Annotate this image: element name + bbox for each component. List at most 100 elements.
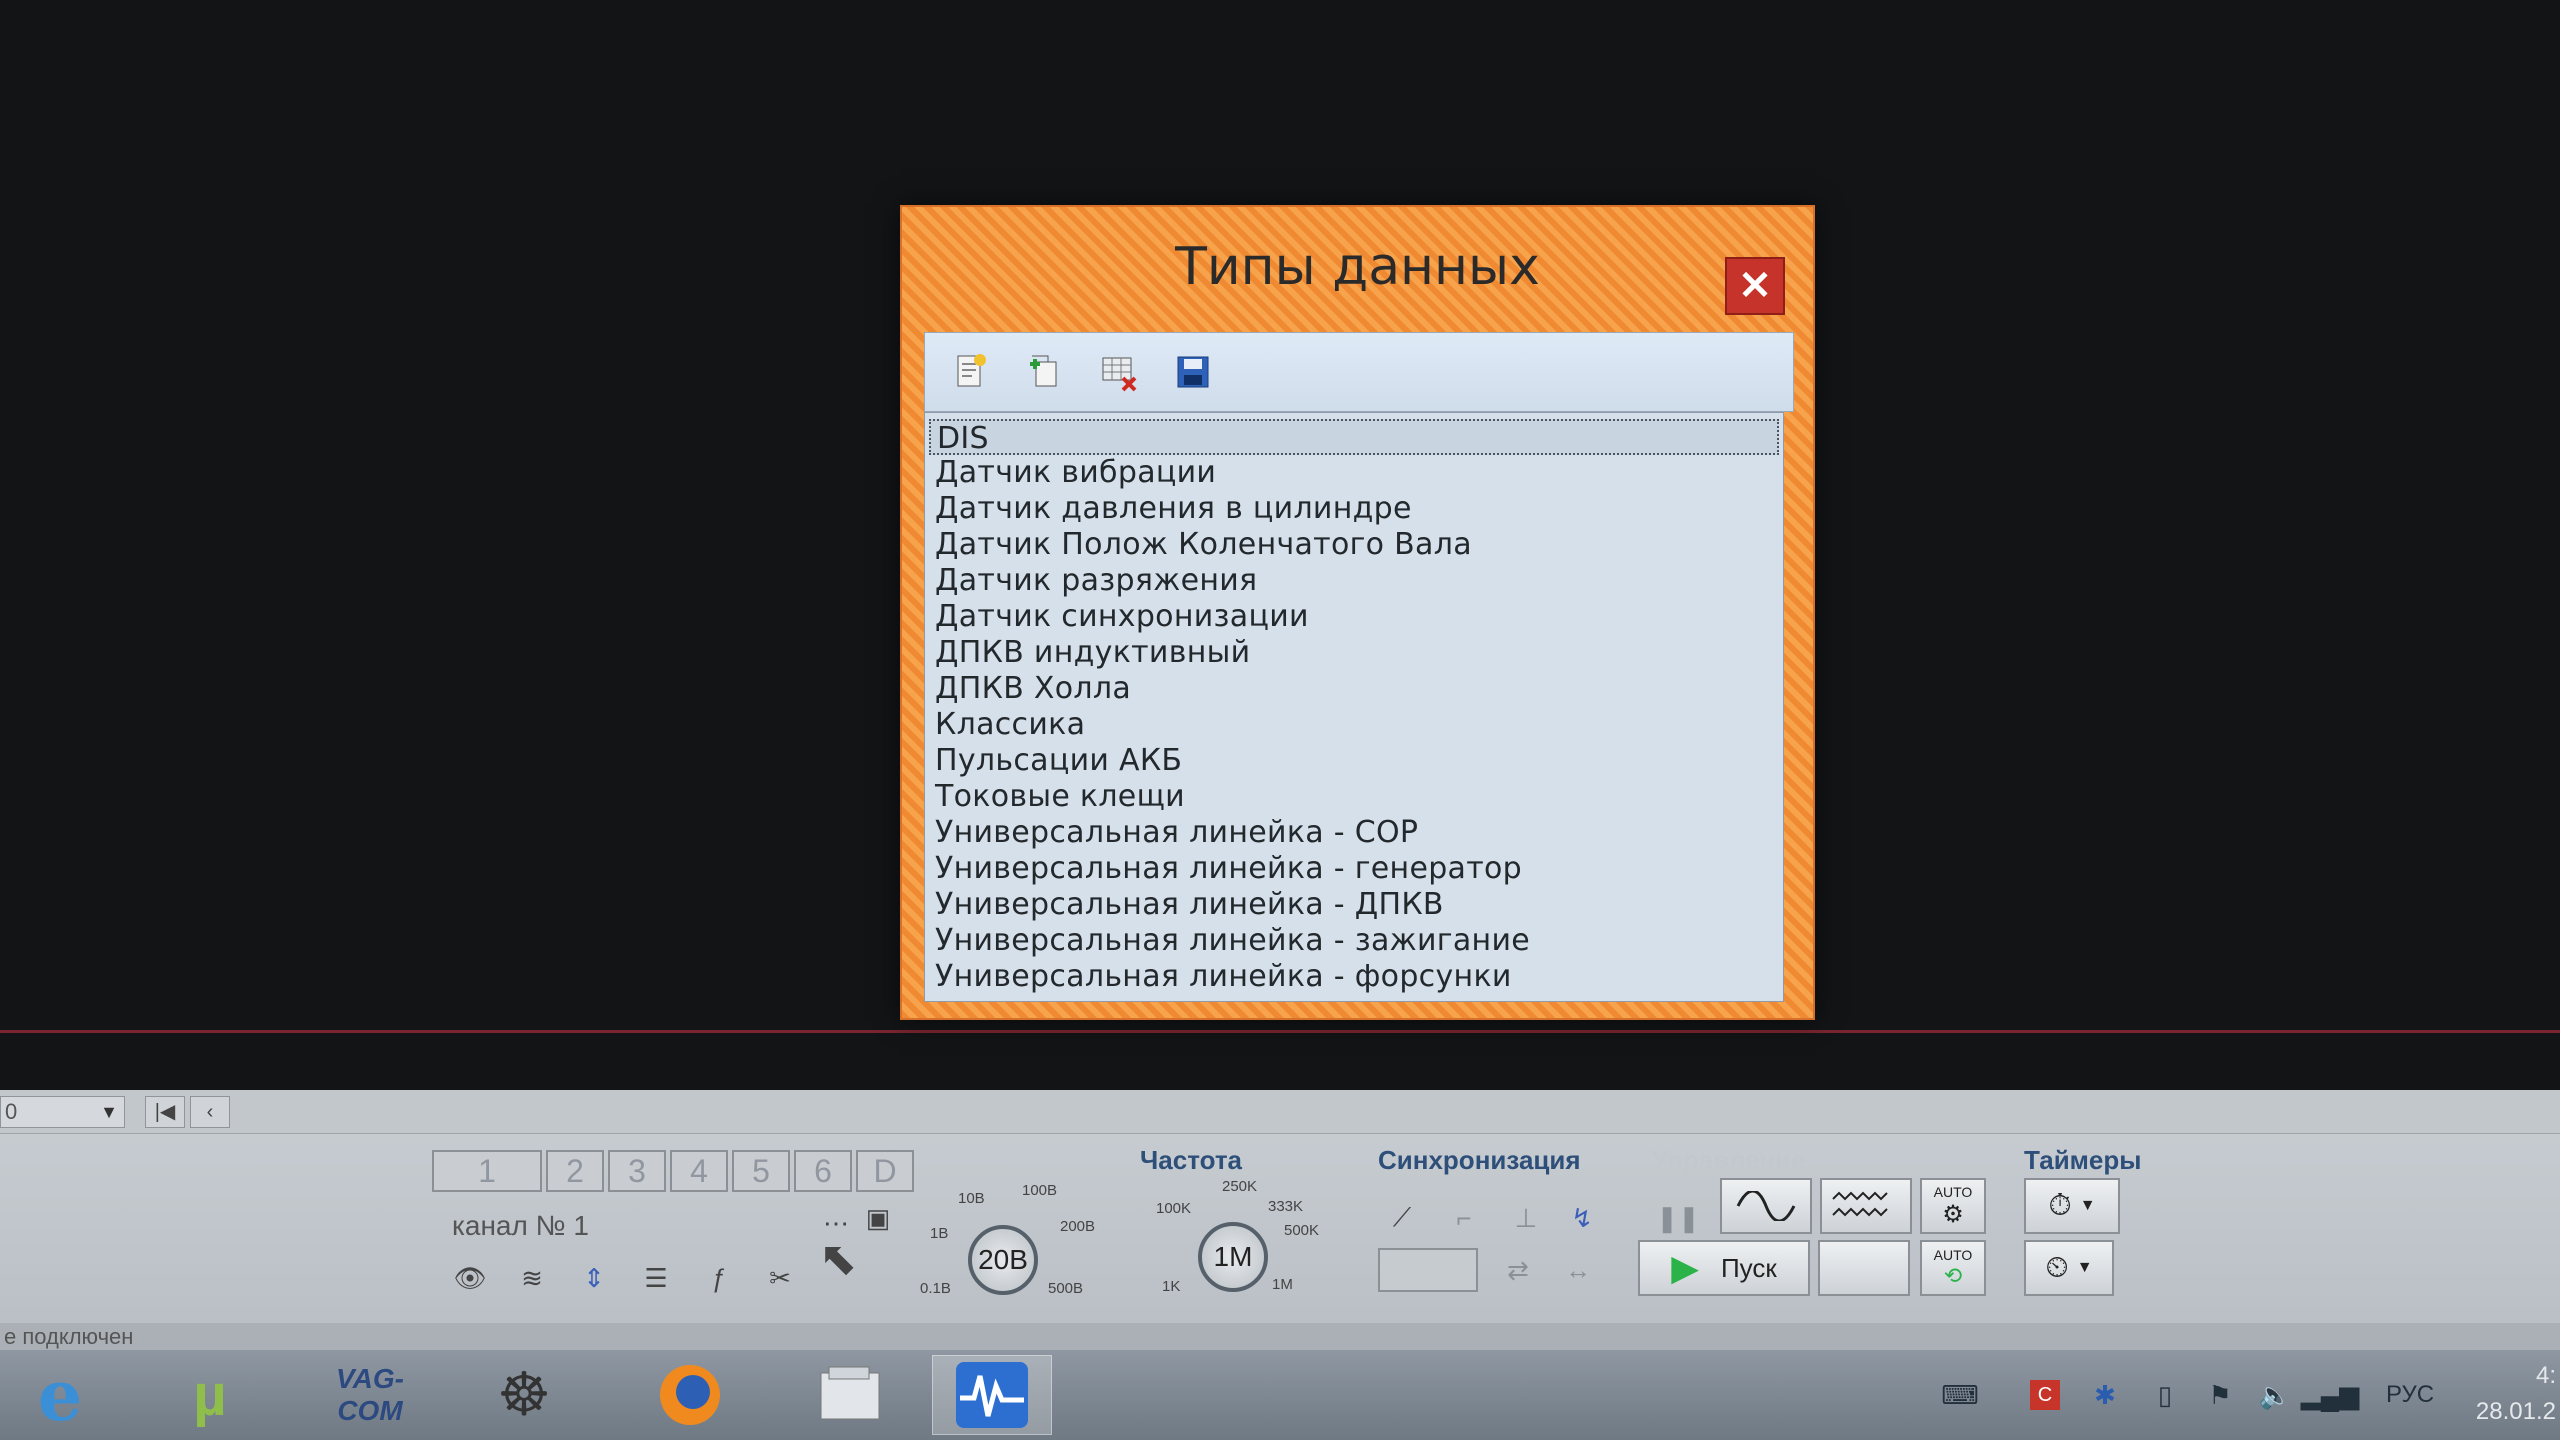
list-item[interactable]: Датчик давления в цилиндре xyxy=(929,491,1779,527)
data-types-dialog: Типы данных ✕ DIS Датчик вибрации Датчик… xyxy=(900,205,1815,1020)
channel-tools: 👁 ≋ ⇕ ☰ ƒ ✂ xyxy=(452,1260,798,1296)
tab-channel-d[interactable]: D xyxy=(856,1150,914,1192)
steering-wheel-icon[interactable]: ☸ xyxy=(464,1355,584,1435)
sync-group-title: Синхронизация xyxy=(1378,1145,1581,1175)
tab-channel-5[interactable]: 5 xyxy=(732,1150,790,1192)
sync-expand-icon[interactable]: ↔ xyxy=(1560,1252,1596,1288)
list-item[interactable]: Датчик вибрации xyxy=(929,455,1779,491)
list-item[interactable]: Универсальная линейка - ДПКВ xyxy=(929,887,1779,923)
combo-value: 0 xyxy=(5,1099,18,1124)
timers-group-title: Таймеры xyxy=(2024,1145,2142,1175)
list-item[interactable]: Пульсации АКБ xyxy=(929,743,1779,779)
chevron-down-icon: ▼ xyxy=(2079,1197,2096,1214)
list-item[interactable]: Универсальная линейка - форсунки xyxy=(929,959,1779,995)
firefox-icon[interactable] xyxy=(630,1355,750,1435)
list-item[interactable]: Универсальная линейка - генератор xyxy=(929,851,1779,887)
channel-tabs: 1 2 3 4 5 6 D xyxy=(432,1150,914,1192)
list-item[interactable]: ДПКВ индуктивный xyxy=(929,635,1779,671)
start-button[interactable]: ▶ Пуск xyxy=(1638,1240,1810,1296)
close-button[interactable]: ✕ xyxy=(1725,257,1785,315)
sync-mode-select[interactable] xyxy=(1378,1248,1478,1292)
voltage-knob[interactable]: 20В xyxy=(968,1225,1038,1295)
monitor-icon[interactable]: ▣ xyxy=(860,1200,896,1236)
volt-tick: 500В xyxy=(1048,1280,1084,1297)
timeline-combo[interactable]: 0 ▼ xyxy=(0,1096,125,1128)
control-panel: 0 ▼ |◀ ‹ 1 2 3 4 5 6 D канал № 1 👁 ≋ ⇕ ☰… xyxy=(0,1090,2560,1350)
list-item[interactable]: Датчик разряжения xyxy=(929,563,1779,599)
flag-icon[interactable]: ⚑ xyxy=(2200,1370,2240,1420)
timeline-bar: 0 ▼ |◀ ‹ xyxy=(0,1090,2560,1134)
freq-tick: 1K xyxy=(1162,1278,1181,1295)
list-item[interactable]: DIS xyxy=(929,419,1779,456)
dialog-toolbar xyxy=(924,332,1794,412)
chevron-down-icon: ▼ xyxy=(100,1102,118,1122)
list-item[interactable]: ДПКВ Холла xyxy=(929,671,1779,707)
list-item[interactable]: Датчик Полож Коленчатого Вала xyxy=(929,527,1779,563)
data-type-list[interactable]: DIS Датчик вибрации Датчик давления в ци… xyxy=(924,412,1784,1002)
frequency-group-title: Частота xyxy=(1140,1145,1243,1175)
lines-icon[interactable]: ☰ xyxy=(638,1260,674,1296)
rising-edge-icon[interactable]: ⟋ xyxy=(1384,1200,1420,1236)
oscilloscope-app-icon[interactable] xyxy=(932,1355,1052,1435)
clock[interactable]: 4: 28.01.2 xyxy=(2476,1358,2556,1430)
sine-wave-button[interactable] xyxy=(1720,1178,1812,1234)
step-back-button[interactable]: ‹ xyxy=(190,1096,230,1128)
tab-channel-6[interactable]: 6 xyxy=(794,1150,852,1192)
waveform-icon[interactable]: ≋ xyxy=(514,1260,550,1296)
cursor-icon[interactable]: ⬉ xyxy=(819,1232,858,1284)
freq-tick: 100K xyxy=(1156,1200,1192,1217)
app-tray-icon[interactable]: C xyxy=(2025,1370,2065,1420)
tools-icon[interactable]: ✂ xyxy=(762,1260,798,1296)
eye-icon[interactable]: 👁 xyxy=(452,1260,488,1296)
frequency-knob[interactable]: 1M xyxy=(1198,1222,1268,1292)
tab-channel-4[interactable]: 4 xyxy=(670,1150,728,1192)
level-icon[interactable]: ⊥ xyxy=(1508,1200,1544,1236)
volt-tick: 0.1В xyxy=(920,1280,951,1297)
auto-label: AUTO xyxy=(1933,1183,1973,1200)
volt-tick: 100В xyxy=(1022,1182,1058,1199)
vertical-arrows-icon[interactable]: ⇕ xyxy=(576,1260,612,1296)
file-explorer-icon[interactable] xyxy=(790,1355,910,1435)
volume-icon[interactable]: 🔈 xyxy=(2255,1370,2295,1420)
list-item[interactable]: Универсальная линейка - СОР xyxy=(929,815,1779,851)
tab-channel-3[interactable]: 3 xyxy=(608,1150,666,1192)
auto-label: AUTO xyxy=(1933,1247,1973,1263)
keyboard-icon[interactable]: ⌨ xyxy=(1920,1370,2000,1420)
language-indicator[interactable]: РУС xyxy=(2375,1370,2445,1420)
sync-arrows-icon[interactable]: ⇄ xyxy=(1500,1252,1536,1288)
timer-button-2[interactable]: ⏲ ▼ xyxy=(2024,1240,2114,1296)
skip-start-button[interactable]: |◀ xyxy=(145,1096,185,1128)
taskbar: e µ VAG-COM ☸ ⌨ C ✱ ▯ ⚑ 🔈 ▂▄▆ РУС 4: 28.… xyxy=(0,1350,2560,1440)
tab-channel-2[interactable]: 2 xyxy=(546,1150,604,1192)
tab-channel-1[interactable]: 1 xyxy=(432,1150,542,1192)
falling-edge-icon[interactable]: ⌐ xyxy=(1446,1200,1482,1236)
new-doc-icon[interactable] xyxy=(949,350,993,394)
sync-cursor-icon[interactable]: ↯ xyxy=(1564,1200,1600,1236)
ie-browser-icon[interactable]: e xyxy=(0,1354,120,1437)
dialog-title: Типы данных xyxy=(1175,237,1540,297)
save-disk-icon[interactable] xyxy=(1171,350,1215,394)
timer-button-1[interactable]: ⏱ ▼ xyxy=(2024,1178,2120,1234)
pause-icon[interactable]: ❚❚ xyxy=(1656,1200,1700,1236)
blank-button[interactable] xyxy=(1818,1240,1910,1296)
device-icon[interactable]: ▯ xyxy=(2145,1370,2185,1420)
add-copy-icon[interactable] xyxy=(1023,350,1067,394)
utorrent-icon[interactable]: µ xyxy=(150,1355,270,1435)
delete-table-icon[interactable] xyxy=(1097,350,1141,394)
auto-run-icon: ⟲ xyxy=(1943,1263,1963,1288)
multi-wave-button[interactable] xyxy=(1820,1178,1912,1234)
vagcom-icon[interactable]: VAG-COM xyxy=(310,1355,430,1435)
list-item[interactable]: Датчик синхронизации xyxy=(929,599,1779,635)
auto-run-button[interactable]: AUTO ⟲ xyxy=(1920,1240,1986,1296)
list-item[interactable]: Классика xyxy=(929,707,1779,743)
freq-tick: 500K xyxy=(1284,1222,1320,1239)
function-icon[interactable]: ƒ xyxy=(700,1260,736,1296)
signal-icon[interactable]: ▂▄▆ xyxy=(2301,1370,2359,1420)
list-item[interactable]: Токовые клещи xyxy=(929,779,1779,815)
bluetooth-icon[interactable]: ✱ xyxy=(2085,1370,2125,1420)
auto-settings-button[interactable]: AUTO ⚙ xyxy=(1920,1178,1986,1234)
volt-tick: 1В xyxy=(930,1225,949,1242)
control-group-title: Управление xyxy=(1652,1145,1806,1175)
list-item[interactable]: Универсальная линейка - зажигание xyxy=(929,923,1779,959)
status-bar: е подключен xyxy=(0,1323,2560,1350)
